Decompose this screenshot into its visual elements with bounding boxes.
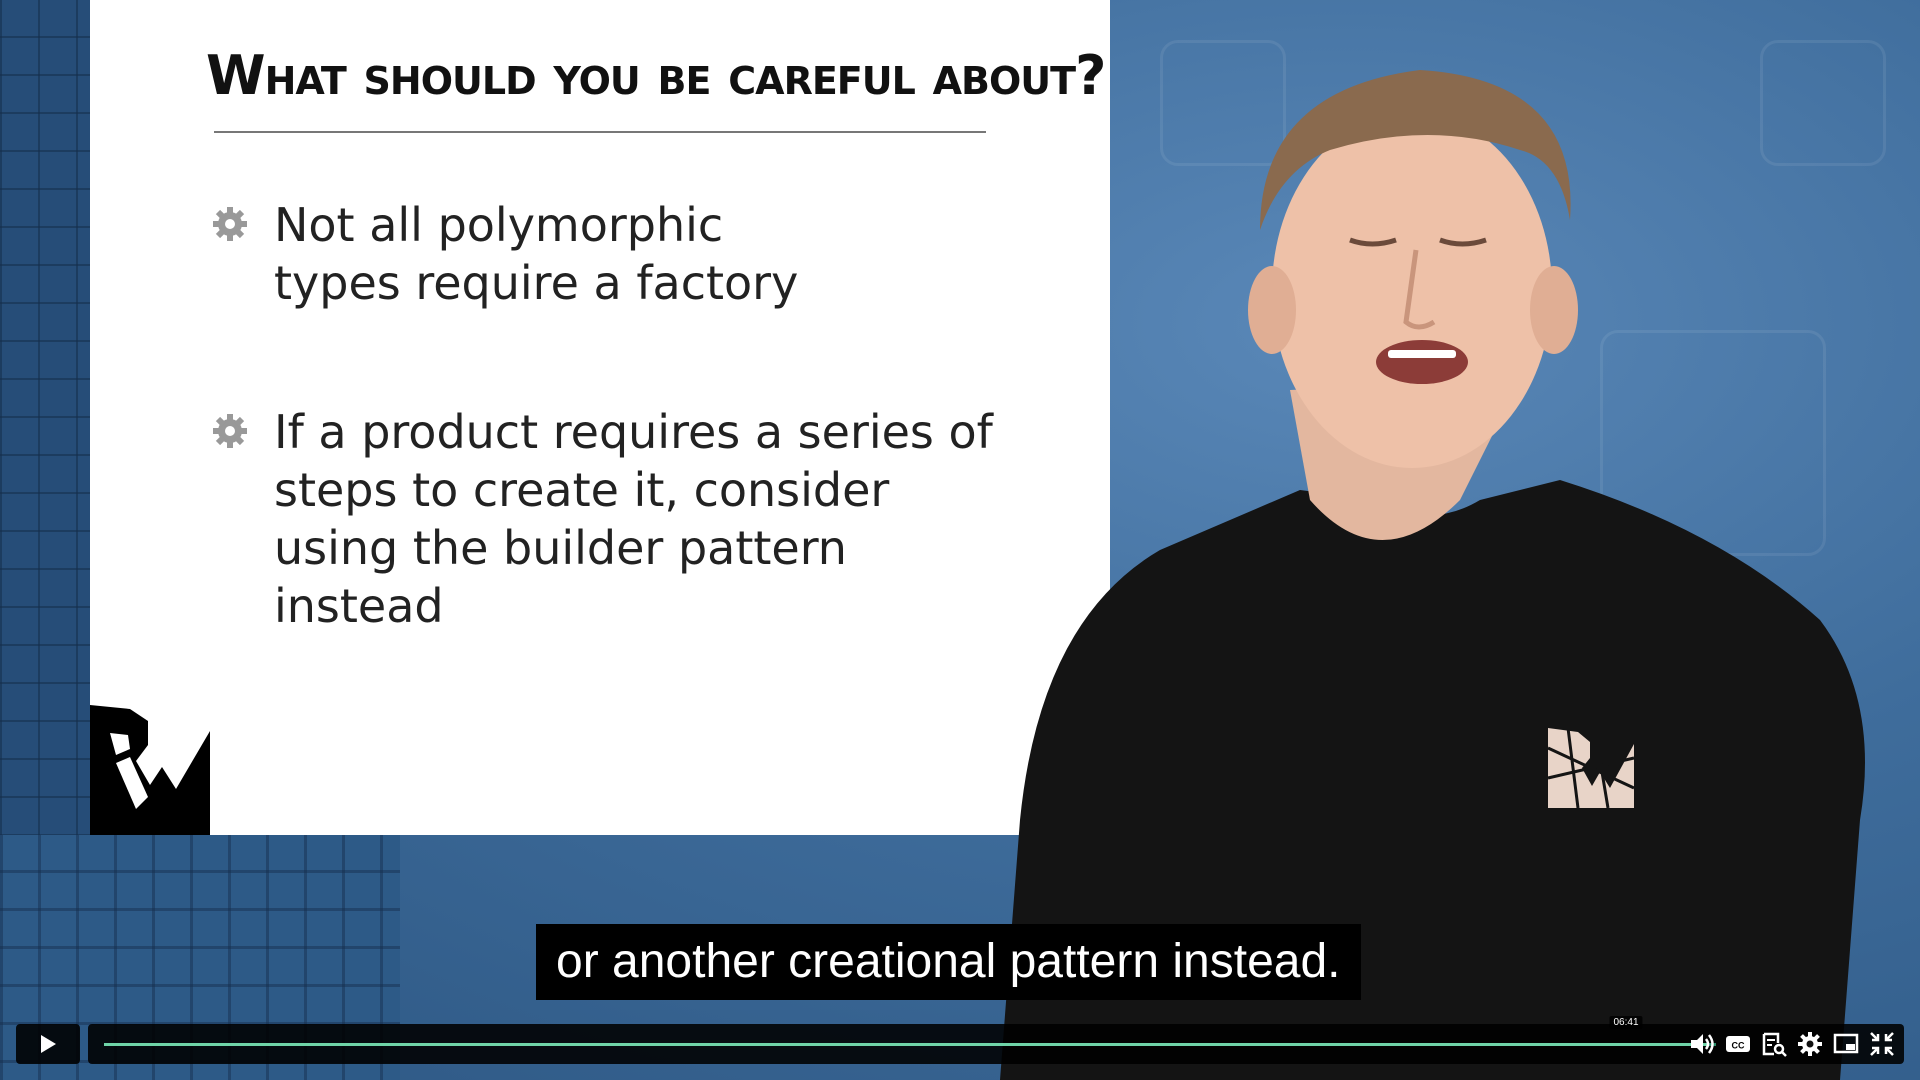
settings-button[interactable] xyxy=(1796,1030,1824,1058)
progress-track[interactable] xyxy=(104,1043,1716,1046)
gear-bullet-icon xyxy=(213,207,247,241)
bullet-item: Not all polymorphic types require a fact… xyxy=(210,196,834,312)
slide: What should you be careful about? Not al… xyxy=(90,0,1110,835)
title-divider xyxy=(214,131,986,133)
transcript-button[interactable] xyxy=(1760,1030,1788,1058)
volume-button[interactable] xyxy=(1688,1030,1716,1058)
bullet-text: If a product requires a series of steps … xyxy=(274,405,993,633)
bullet-item: If a product requires a series of steps … xyxy=(210,403,994,635)
transcript-icon xyxy=(1762,1032,1787,1057)
raywenderlich-logo xyxy=(90,705,210,835)
play-button[interactable] xyxy=(16,1024,80,1064)
cc-icon: CC xyxy=(1726,1036,1750,1052)
closed-captions-button[interactable]: CC xyxy=(1724,1030,1752,1058)
progress-bar[interactable] xyxy=(88,1024,1904,1064)
slide-title: What should you be careful about? xyxy=(206,44,1106,107)
gear-bullet-icon xyxy=(213,414,247,448)
exit-fullscreen-button[interactable] xyxy=(1868,1030,1896,1058)
settings-icon xyxy=(1798,1032,1822,1056)
pip-icon xyxy=(1833,1033,1859,1054)
picture-in-picture-button[interactable] xyxy=(1832,1030,1860,1058)
volume-icon xyxy=(1691,1034,1714,1054)
hover-time-label: 06:41 xyxy=(1609,1016,1643,1029)
video-frame[interactable]: What should you be careful about? Not al… xyxy=(0,0,1920,1080)
exit-fullscreen-icon xyxy=(1870,1032,1894,1056)
progress-fill xyxy=(104,1043,1708,1046)
play-icon xyxy=(41,1035,56,1053)
bullet-text: Not all polymorphic types require a fact… xyxy=(274,198,799,310)
svg-text:CC: CC xyxy=(1732,1041,1745,1051)
caption-text: or another creational pattern instead. xyxy=(536,924,1361,1000)
